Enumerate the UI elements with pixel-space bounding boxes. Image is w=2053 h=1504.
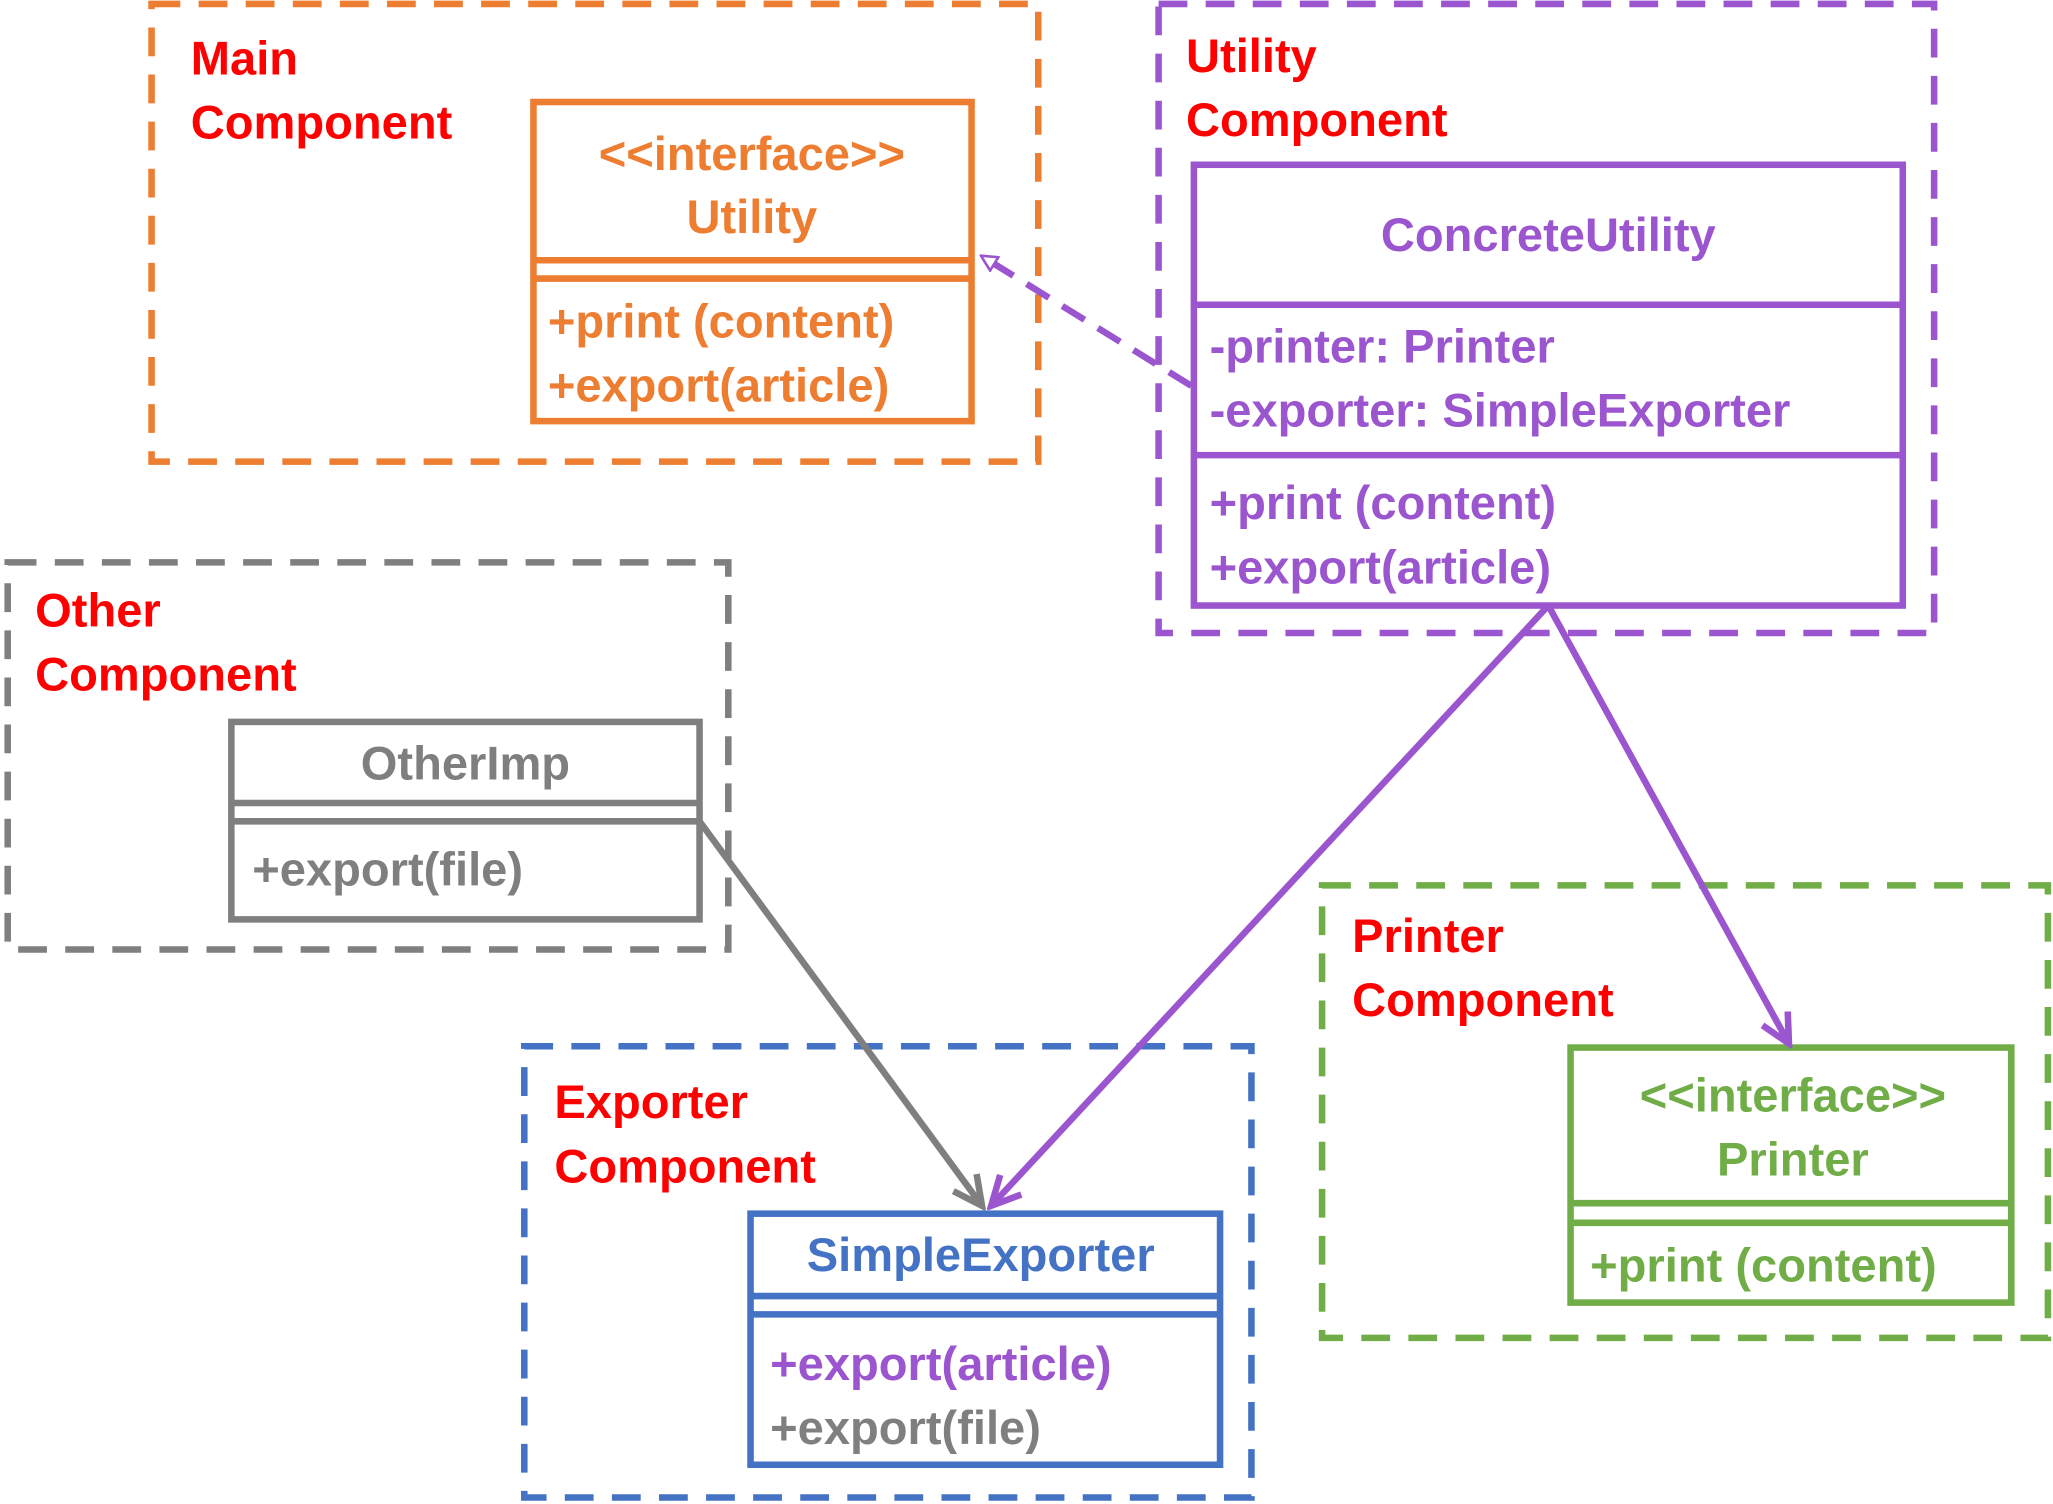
association-arrow-exporter [991,603,1551,1206]
class-name: SimpleExporter [807,1228,1155,1281]
other-component-label-2: Component [35,648,297,701]
exporter-component-label-2: Component [554,1139,816,1192]
stereotype: <<interface>> [1640,1069,1946,1122]
realization-arrow [982,253,1194,389]
method: +export(article) [548,359,889,412]
main-component: Main Component <<interface>> Utility +pr… [148,0,1042,465]
utility-component-label: Utility [1186,29,1317,82]
method: +print (content) [1590,1239,1937,1292]
method: +print (content) [548,294,895,347]
printer-interface-class: <<interface>> Printer +print (content) [1567,1044,2015,1306]
uml-diagram: Main Component <<interface>> Utility +pr… [4,0,2052,1501]
method: +export(file) [770,1401,1041,1454]
utility-component-label-2: Component [1186,93,1448,146]
other-imp-class: OtherImp +export(file) [228,718,703,923]
attribute: -exporter: SimpleExporter [1210,383,1791,436]
class-name: ConcreteUtility [1381,208,1716,261]
utility-interface-class: <<interface>> Utility +print (content) +… [530,98,975,425]
class-name: OtherImp [361,736,570,789]
exporter-component: Exporter Component SimpleExporter +expor… [521,1042,1255,1501]
main-component-label: Main [191,32,298,85]
class-name: Printer [1717,1133,1869,1186]
printer-component-label-2: Component [1352,973,1614,1026]
printer-component-label: Printer [1352,909,1504,962]
other-component: Other Component OtherImp +export(file) [4,559,732,953]
method: +export(file) [252,842,523,895]
method: +export(article) [1210,540,1551,593]
other-component-label: Other [35,583,161,636]
main-component-label-2: Component [191,96,453,149]
exporter-component-label: Exporter [554,1075,748,1128]
stereotype: <<interface>> [599,127,905,180]
method: +export(article) [770,1337,1111,1390]
printer-component: Printer Component <<interface>> Printer … [1318,882,2052,1342]
concrete-utility-class: ConcreteUtility -printer: Printer -expor… [1190,161,1907,609]
method: +print (content) [1210,476,1557,529]
simple-exporter-class: SimpleExporter +export(article) +export(… [747,1210,1224,1469]
attribute: -printer: Printer [1210,319,1555,372]
class-name: Utility [686,190,817,243]
utility-component: Utility Component ConcreteUtility -print… [1155,0,1938,637]
